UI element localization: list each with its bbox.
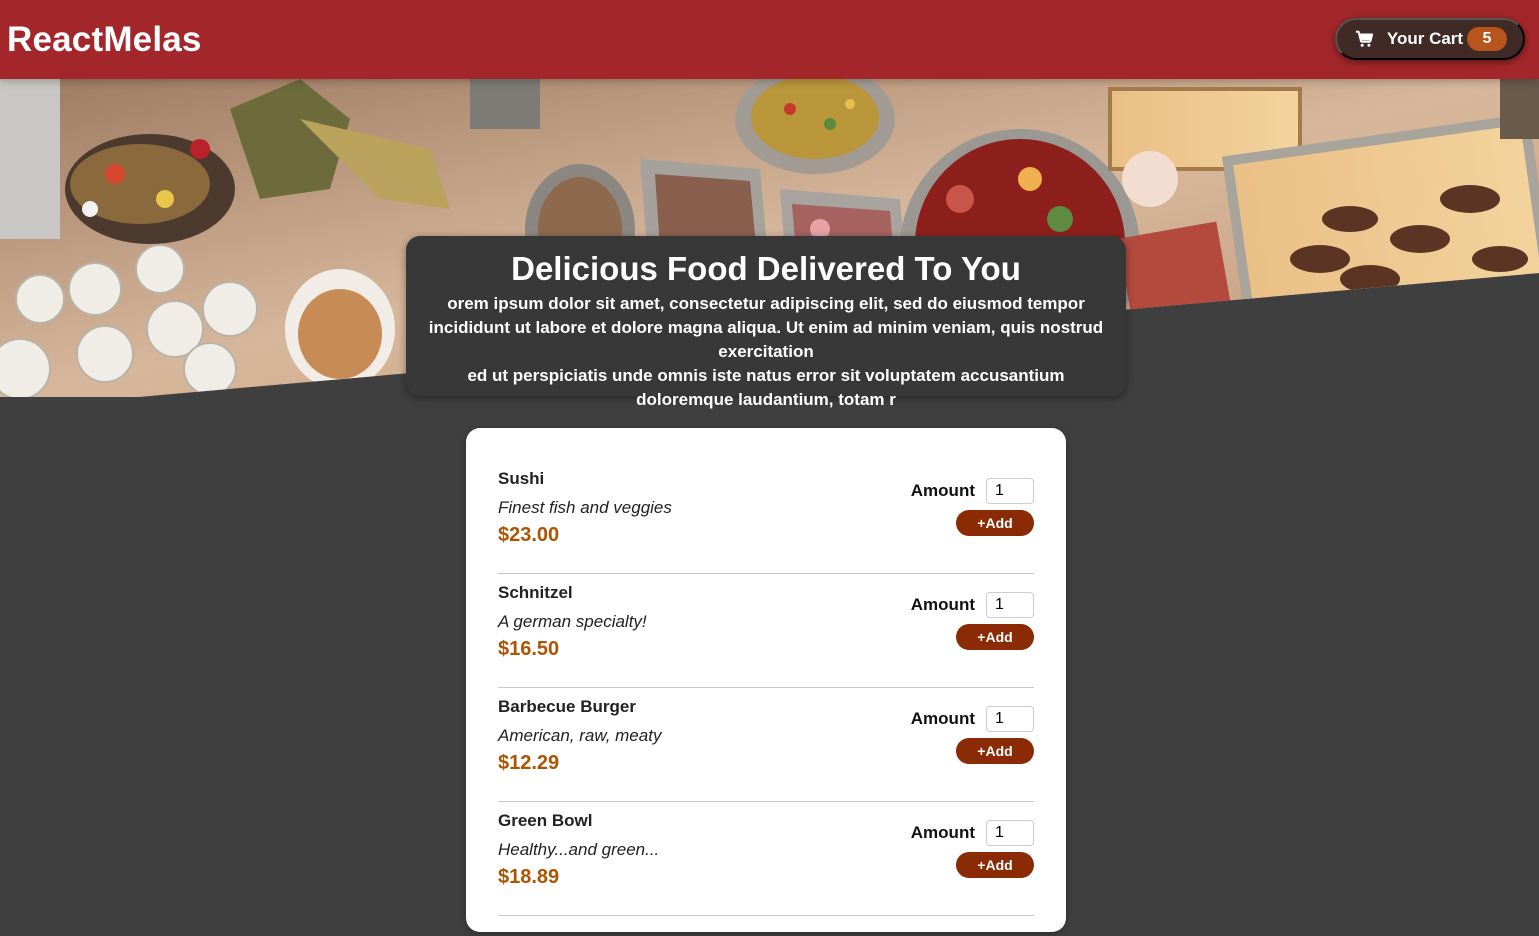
- meals-list: Sushi Finest fish and veggies $23.00 Amo…: [466, 428, 1066, 932]
- add-button[interactable]: +Add: [956, 624, 1034, 650]
- add-to-cart-form: Amount +Add: [904, 592, 1034, 650]
- cart-label: Your Cart: [1386, 28, 1464, 48]
- meal-item: Sushi Finest fish and veggies $23.00 Amo…: [498, 460, 1034, 574]
- add-to-cart-form: Amount +Add: [904, 478, 1034, 536]
- amount-input[interactable]: [986, 706, 1034, 732]
- amount-row: Amount: [911, 820, 1034, 846]
- amount-input[interactable]: [986, 478, 1034, 504]
- amount-label: Amount: [910, 823, 975, 842]
- add-button[interactable]: +Add: [956, 738, 1034, 764]
- meal-item: Green Bowl Healthy...and green... $18.89…: [498, 802, 1034, 916]
- amount-input[interactable]: [986, 820, 1034, 846]
- amount-label: Amount: [910, 709, 975, 728]
- cart-count-badge: 5: [1467, 26, 1507, 51]
- summary-text-1: orem ipsum dolor sit amet, consectetur a…: [428, 294, 1104, 361]
- amount-row: Amount: [911, 592, 1034, 618]
- amount-row: Amount: [911, 478, 1034, 504]
- meal-item: Barbecue Burger American, raw, meaty $12…: [498, 688, 1034, 802]
- add-button[interactable]: +Add: [956, 510, 1034, 536]
- summary-title: Delicious Food Delivered To You: [511, 250, 1021, 287]
- add-to-cart-form: Amount +Add: [904, 706, 1034, 764]
- add-button[interactable]: +Add: [956, 852, 1034, 878]
- summary-panel: Delicious Food Delivered To You orem ips…: [406, 236, 1126, 409]
- cart-button[interactable]: Your Cart 5: [1335, 17, 1525, 60]
- amount-label: Amount: [910, 595, 975, 614]
- amount-row: Amount: [911, 706, 1034, 732]
- amount-input[interactable]: [986, 592, 1034, 618]
- app-header: ReactMelas Your Cart 5: [0, 0, 1539, 79]
- meal-item: Schnitzel A german specialty! $16.50 Amo…: [498, 574, 1034, 688]
- summary-text-2: ed ut perspiciatis unde omnis iste natus…: [467, 366, 1065, 409]
- cart-icon: [1355, 30, 1373, 48]
- amount-label: Amount: [910, 481, 975, 500]
- add-to-cart-form: Amount +Add: [904, 820, 1034, 878]
- brand-title: ReactMelas: [7, 19, 202, 59]
